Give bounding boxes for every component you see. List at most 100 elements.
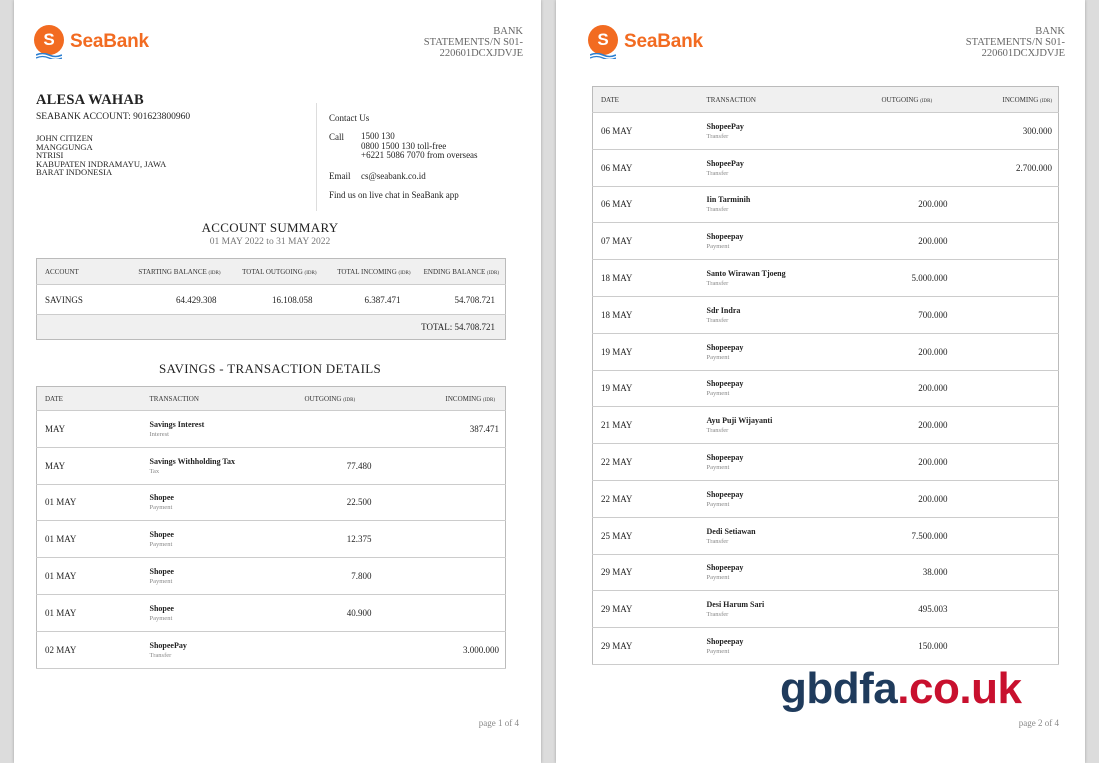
tx-description: Shopeepay Payment bbox=[706, 554, 882, 592]
tx-description: Iin Tarminih Transfer bbox=[706, 186, 882, 224]
tx-incoming bbox=[381, 594, 506, 632]
summary-ending: 54.708.721 bbox=[412, 284, 506, 315]
customer-name: ALESA WAHAB bbox=[36, 92, 144, 108]
tx-name: ShopeePay bbox=[706, 121, 744, 131]
tx-incoming: 387.471 bbox=[381, 410, 506, 448]
tx-incoming bbox=[963, 186, 1059, 224]
tx-outgoing: 77.480 bbox=[304, 447, 382, 485]
tx-name: ShopeePay bbox=[149, 640, 187, 650]
tx-description: Shopeepay Payment bbox=[706, 333, 882, 371]
email-link[interactable]: cs@seabank.co.id bbox=[361, 171, 426, 181]
col-account: ACCOUNT bbox=[36, 258, 111, 285]
transaction-table-page2: DATE TRANSACTION OUTGOING (IDR) INCOMING… bbox=[592, 86, 1059, 665]
tx-name: Shopeepay bbox=[706, 563, 744, 573]
transaction-row: 01 MAY Shopee Payment 22.500 bbox=[36, 484, 506, 522]
tx-outgoing bbox=[304, 631, 382, 669]
tx-description: Shopeepay Payment bbox=[706, 443, 882, 481]
col-incoming: INCOMING (IDR) bbox=[381, 386, 506, 411]
transaction-row: 01 MAY Shopee Payment 7.800 bbox=[36, 557, 506, 595]
tx-incoming bbox=[963, 554, 1059, 592]
tx-type: Payment bbox=[149, 578, 173, 586]
col-starting-balance: STARTING BALANCE (IDR) bbox=[110, 258, 223, 285]
tx-incoming bbox=[381, 484, 506, 522]
summary-account: SAVINGS bbox=[36, 284, 111, 315]
tx-date: 22 MAY bbox=[592, 443, 707, 481]
transaction-row: 22 MAY Shopeepay Payment 200.000 bbox=[592, 443, 1059, 481]
tx-description: Shopeepay Payment bbox=[706, 627, 882, 665]
account-summary-title: ACCOUNT SUMMARY bbox=[201, 220, 339, 235]
tx-outgoing: 200.000 bbox=[881, 406, 964, 445]
tx-date: 18 MAY bbox=[592, 296, 707, 334]
transaction-row: 01 MAY Shopee Payment 40.900 bbox=[36, 594, 506, 632]
tx-name: Shopeepay bbox=[706, 232, 744, 242]
tx-type: Payment bbox=[706, 353, 730, 361]
tx-name: Shopeepay bbox=[706, 453, 744, 463]
watermark: gbdfa.co.uk bbox=[780, 664, 1022, 713]
tx-outgoing: 200.000 bbox=[881, 186, 964, 224]
tx-incoming: 3.000.000 bbox=[381, 631, 506, 669]
tx-date: 29 MAY bbox=[592, 590, 707, 629]
tx-description: Desi Harum Sari Transfer bbox=[706, 590, 882, 629]
tx-incoming bbox=[963, 333, 1059, 371]
col-incoming: INCOMING (IDR) bbox=[963, 86, 1059, 113]
customer-address: JOHN CITIZEN MANGGUNGA NTRISI KABUPATEN … bbox=[36, 133, 167, 177]
tx-outgoing: 22.500 bbox=[304, 484, 382, 522]
transaction-row: 22 MAY Shopeepay Payment 200.000 bbox=[592, 480, 1059, 518]
transaction-table-page1: DATE TRANSACTION OUTGOING (IDR) INCOMING… bbox=[36, 386, 506, 669]
tx-description: Savings Withholding Tax Tax bbox=[149, 447, 305, 485]
tx-incoming bbox=[963, 370, 1059, 408]
tx-date: MAY bbox=[36, 410, 150, 448]
tx-outgoing: 40.900 bbox=[304, 594, 382, 632]
tx-outgoing: 200.000 bbox=[881, 370, 964, 408]
brand-name: SeaBank bbox=[70, 31, 149, 52]
seabank-logo: S SeaBank bbox=[588, 25, 703, 59]
tx-date: 01 MAY bbox=[36, 484, 150, 522]
tx-incoming bbox=[963, 443, 1059, 481]
tx-name: Shopee bbox=[149, 530, 174, 540]
tx-outgoing: 12.375 bbox=[304, 520, 382, 559]
tx-name: Desi Harum Sari bbox=[706, 600, 765, 610]
tx-incoming: 2.700.000 bbox=[963, 149, 1059, 187]
tx-incoming bbox=[963, 517, 1059, 555]
tx-description: Shopee Payment bbox=[149, 484, 305, 522]
tx-type: Transfer bbox=[706, 169, 729, 177]
col-outgoing: OUTGOING (IDR) bbox=[304, 386, 382, 411]
tx-type: Transfer bbox=[706, 316, 729, 324]
statement-page-2: S SeaBank BANK STATEMENTS/N S01- 220601D… bbox=[556, 0, 1085, 763]
tx-outgoing bbox=[304, 410, 382, 448]
seabank-logo-icon: S bbox=[34, 25, 64, 59]
tx-date: 07 MAY bbox=[592, 222, 707, 261]
phone-overseas[interactable]: +6221 5086 7070 from overseas bbox=[361, 150, 478, 161]
tx-date: 01 MAY bbox=[36, 557, 150, 595]
transaction-row: 29 MAY Desi Harum Sari Transfer 495.003 bbox=[592, 590, 1059, 629]
summary-outgoing: 16.108.058 bbox=[222, 284, 319, 315]
tx-incoming bbox=[963, 480, 1059, 518]
call-label: Call bbox=[329, 132, 344, 142]
tx-name: Shopeepay bbox=[706, 379, 744, 389]
tx-date: 29 MAY bbox=[592, 627, 707, 665]
tx-type: Tax bbox=[149, 467, 160, 475]
account-summary-table: ACCOUNT STARTING BALANCE (IDR) TOTAL OUT… bbox=[36, 258, 506, 340]
transaction-row: 21 MAY Ayu Puji Wijayanti Transfer 200.000 bbox=[592, 406, 1059, 445]
tx-date: 06 MAY bbox=[592, 112, 707, 150]
tx-description: Ayu Puji Wijayanti Transfer bbox=[706, 406, 882, 445]
tx-type: Payment bbox=[149, 504, 173, 512]
summary-period: 01 MAY 2022 to 31 MAY 2022 bbox=[209, 237, 331, 247]
tx-incoming bbox=[963, 590, 1059, 629]
tx-type: Transfer bbox=[706, 611, 729, 619]
tx-type: Payment bbox=[706, 464, 730, 472]
transaction-row: 25 MAY Dedi Setiawan Transfer 7.500.000 bbox=[592, 517, 1059, 555]
tx-incoming bbox=[963, 406, 1059, 445]
transaction-row: 19 MAY Shopeepay Payment 200.000 bbox=[592, 370, 1059, 408]
tx-date: 01 MAY bbox=[36, 594, 150, 632]
transaction-row: 18 MAY Santo Wirawan Tjoeng Transfer 5.000.… bbox=[592, 259, 1059, 297]
col-date: DATE bbox=[36, 386, 150, 411]
transaction-row: 19 MAY Shopeepay Payment 200.000 bbox=[592, 333, 1059, 371]
tx-description: Shopeepay Payment bbox=[706, 222, 882, 261]
tx-type: Payment bbox=[149, 614, 173, 622]
tx-type: Transfer bbox=[706, 206, 729, 214]
tx-description: Savings Interest Interest bbox=[149, 410, 305, 448]
tx-outgoing: 700.000 bbox=[881, 296, 964, 334]
transaction-row: 01 MAY Shopee Payment 12.375 bbox=[36, 520, 506, 559]
summary-row: SAVINGS 64.429.308 16.108.058 6.387.471 … bbox=[36, 284, 506, 315]
